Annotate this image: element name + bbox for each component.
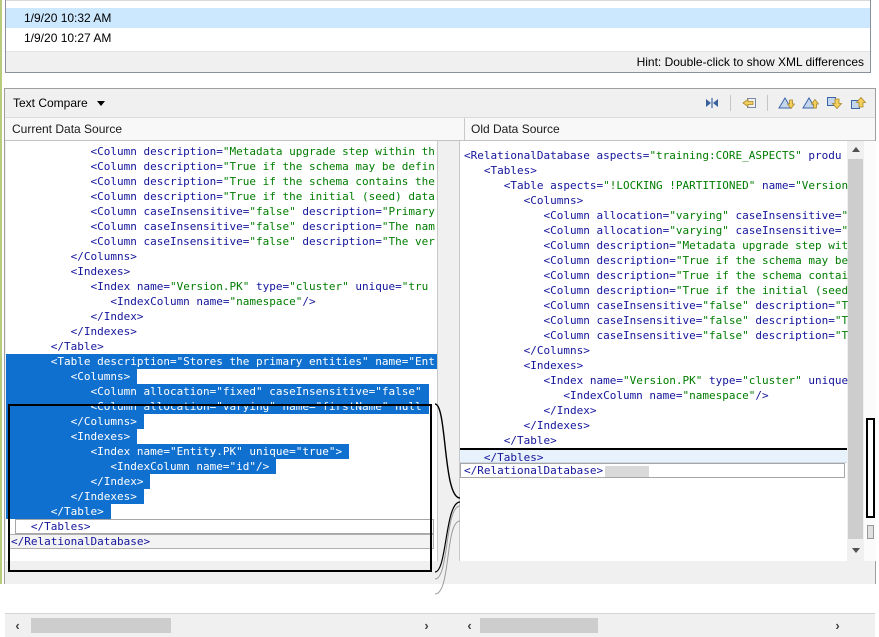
history-row-partial (6, 0, 870, 8)
old-source-pane[interactable]: <RelationalDatabase aspects="training:CO… (459, 141, 848, 561)
code-line[interactable]: </Tables> (460, 448, 848, 463)
code-line[interactable]: <Column caseInsensitive="false" descript… (460, 313, 848, 328)
previous-change-icon[interactable] (849, 94, 867, 112)
code-line[interactable]: <Column description="True if the schema … (460, 268, 848, 283)
history-row[interactable]: 1/9/20 10:27 AM (6, 28, 870, 48)
code-line[interactable]: <Column description="True if the schema … (6, 174, 437, 189)
code-line[interactable]: <Column description="True if the schema … (6, 159, 437, 174)
overview-diff-marker[interactable] (867, 525, 874, 539)
diff-overview-ruler[interactable] (864, 141, 876, 561)
left-pane-horizontal-scrollbar[interactable]: ‹ › (9, 617, 435, 634)
code-line[interactable]: </Indexes> (460, 418, 848, 433)
code-line[interactable]: </Table> (460, 433, 848, 448)
code-line[interactable]: <Index name="Version.PK" type="cluster" … (6, 279, 437, 294)
code-line[interactable]: </Table> (6, 504, 437, 519)
diff-chunk-marker (605, 466, 649, 477)
code-line[interactable]: <Table aspects="!LOCKING !PARTITIONED" n… (460, 178, 848, 193)
code-line[interactable]: <Column caseInsensitive="false" descript… (6, 204, 437, 219)
code-line[interactable]: </Indexes> (6, 489, 437, 504)
code-line[interactable]: </Index> (6, 309, 437, 324)
code-line[interactable]: <RelationalDatabase aspects="training:CO… (460, 148, 848, 163)
current-source-pane[interactable]: <Column description="Metadata upgrade st… (6, 141, 438, 561)
swap-icon[interactable] (703, 94, 721, 112)
compare-editor: Text Compare (4, 88, 876, 584)
code-line[interactable]: <Tables> (460, 163, 848, 178)
toolbar-separator (767, 95, 768, 111)
diff-connector-strip (438, 141, 459, 561)
code-line[interactable]: </Index> (460, 403, 848, 418)
horizontal-scroll-thumb[interactable] (31, 618, 171, 633)
code-line[interactable]: <Column caseInsensitive="false" descript… (6, 234, 437, 249)
pane-headers: Current Data Source Old Data Source (5, 117, 875, 141)
right-pane-horizontal-scrollbar[interactable]: ‹ › (461, 617, 846, 634)
code-line[interactable]: <Column allocation="varying" caseInsensi… (460, 223, 848, 238)
copy-left-icon[interactable] (740, 94, 758, 112)
view-accent-strip (0, 0, 2, 584)
code-line[interactable]: <Column description="Metadata upgrade st… (460, 238, 848, 253)
code-line[interactable]: <Columns> (6, 369, 437, 384)
code-line[interactable]: <Column description="Metadata upgrade st… (6, 144, 437, 159)
scroll-down-arrow[interactable] (847, 542, 864, 559)
code-line[interactable]: </Columns> (6, 414, 437, 429)
scroll-left-arrow[interactable]: ‹ (461, 617, 478, 634)
code-line[interactable]: <Column description="True if the schema … (460, 253, 848, 268)
left-pane-title: Current Data Source (12, 118, 122, 140)
vertical-scroll-thumb[interactable] (848, 159, 863, 539)
code-line[interactable]: <IndexColumn name="namespace"/> (460, 388, 848, 403)
code-line[interactable]: <Index name="Entity.PK" unique="true"> (6, 444, 437, 459)
code-line[interactable]: <Column allocation="varying" caseInsensi… (460, 208, 848, 223)
hint-text: Hint: Double-click to show XML differenc… (6, 51, 870, 72)
code-line[interactable]: <Indexes> (6, 429, 437, 444)
code-line[interactable]: <Column description="True if the initial… (6, 189, 437, 204)
next-change-icon[interactable] (825, 94, 843, 112)
code-line[interactable]: </Indexes> (6, 324, 437, 339)
horizontal-scroll-thumb[interactable] (480, 618, 598, 633)
code-line[interactable]: </Tables> (6, 519, 437, 534)
history-row[interactable]: 1/9/20 10:32 AM (6, 8, 870, 28)
compare-toolbar: Text Compare (5, 89, 875, 117)
history-rows: 1/9/20 10:32 AM1/9/20 10:27 AM (6, 0, 870, 48)
code-line[interactable]: <Column allocation="fixed" caseInsensiti… (6, 384, 437, 399)
code-line[interactable]: <Indexes> (460, 358, 848, 373)
compare-mode-dropdown[interactable]: Text Compare (13, 96, 105, 110)
code-line[interactable]: <Indexes> (6, 264, 437, 279)
code-line[interactable]: </Columns> (6, 249, 437, 264)
history-list: 1/9/20 10:32 AM1/9/20 10:27 AM Hint: Dou… (5, 0, 871, 73)
next-difference-icon[interactable] (777, 94, 795, 112)
code-line[interactable]: <Column caseInsensitive="false" descript… (460, 298, 848, 313)
toolbar-separator (730, 95, 731, 111)
code-line[interactable]: </Table> (6, 339, 437, 354)
code-line[interactable]: <IndexColumn name="namespace"/> (6, 294, 437, 309)
previous-difference-icon[interactable] (801, 94, 819, 112)
code-line[interactable]: <Column allocation="varying" name="first… (6, 399, 437, 414)
chevron-down-icon (97, 101, 105, 106)
code-line[interactable]: </RelationalDatabase> (460, 463, 848, 478)
horizontal-scrollbar-row: ‹ › ‹ › (5, 613, 875, 637)
scroll-right-arrow[interactable]: › (829, 617, 846, 634)
code-line[interactable]: <IndexColumn name="id"/> (6, 459, 437, 474)
scroll-left-arrow[interactable]: ‹ (9, 617, 26, 634)
code-line[interactable]: </Index> (6, 474, 437, 489)
code-line[interactable]: <Columns> (460, 193, 848, 208)
right-pane-vertical-scrollbar[interactable] (847, 141, 864, 561)
code-line[interactable]: <Table description="Stores the primary e… (6, 354, 437, 369)
code-line[interactable]: </Columns> (460, 343, 848, 358)
code-line[interactable]: <Column caseInsensitive="false" descript… (6, 219, 437, 234)
compare-mode-label: Text Compare (13, 96, 88, 110)
right-pane-title: Old Data Source (464, 118, 560, 140)
code-line[interactable]: </RelationalDatabase> (6, 534, 437, 549)
code-line[interactable]: <Index name="Version.PK" type="cluster" … (460, 373, 848, 388)
overview-selected-diff-marker[interactable] (866, 418, 875, 518)
scroll-up-arrow[interactable] (847, 141, 864, 158)
code-line[interactable]: <Column description="True if the initial… (460, 283, 848, 298)
code-line[interactable]: <Column caseInsensitive="false" descript… (460, 328, 848, 343)
scroll-right-arrow[interactable]: › (418, 617, 435, 634)
